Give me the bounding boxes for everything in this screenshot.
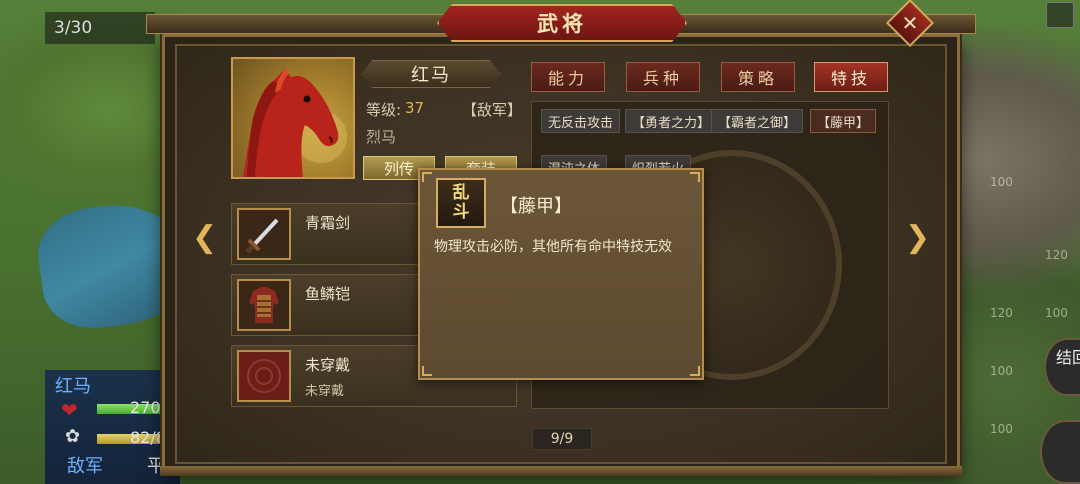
dialog-title: 武将 <box>437 4 687 42</box>
general-name: 红马 <box>361 60 501 88</box>
tile-label: 100 <box>1045 306 1068 320</box>
sp-value: 82/8 <box>130 428 166 447</box>
skill-chip-selected[interactable]: 【藤甲】 <box>810 109 877 133</box>
tab-strategy[interactable]: 策略 <box>721 62 795 92</box>
corner-ornament <box>422 366 432 376</box>
close-icon: ✕ <box>901 11 919 35</box>
corner-ornament <box>422 172 432 182</box>
armor-icon-graphic <box>239 281 289 329</box>
menu-corner-button[interactable] <box>1046 2 1074 28</box>
skill-chip[interactable]: 【勇者之力】 <box>625 109 718 133</box>
tile-label: 120 <box>990 306 1013 320</box>
empty-slot-graphic <box>239 352 289 400</box>
turn-counter: 3/30 <box>45 12 155 44</box>
page-indicator: 9/9 <box>532 428 592 450</box>
equipment-name: 青霜剑 <box>305 214 351 232</box>
skill-chip[interactable]: 无反击攻击 <box>541 109 621 133</box>
next-general-arrow-icon[interactable]: ❯ <box>905 220 930 255</box>
red-horse-icon <box>243 69 347 177</box>
tab-ability[interactable]: 能力 <box>531 62 605 92</box>
sword-icon <box>237 208 291 260</box>
tooltip-description: 物理攻击必防，其他所有命中特技无效 <box>434 239 672 255</box>
skill-chip[interactable]: 【霸者之御】 <box>711 109 804 133</box>
faction-label: 【敌军】 <box>462 101 523 119</box>
wing-icon: ✿ <box>65 426 81 447</box>
corner-ornament <box>690 172 700 182</box>
sword-icon-graphic <box>239 210 289 258</box>
level-label: 等级: <box>366 101 402 119</box>
equipment-name: 未穿戴 <box>305 356 351 374</box>
general-portrait <box>231 57 355 179</box>
unit-side: 敌军 <box>67 456 103 477</box>
armor-icon <box>237 279 291 331</box>
tile-label: 100 <box>990 422 1013 436</box>
tab-troop-type[interactable]: 兵种 <box>626 62 700 92</box>
tooltip-title: 【藤甲】 <box>500 196 572 217</box>
level-value: 37 <box>405 99 425 117</box>
bottom-rail <box>160 466 962 476</box>
heart-icon: ❤ <box>61 398 78 422</box>
melee-skill-icon: 乱 斗 <box>436 178 486 228</box>
equipment-sub: 未穿戴 <box>305 384 345 399</box>
empty-slot-icon <box>237 350 291 402</box>
icon-char-1: 乱 <box>452 183 470 203</box>
tile-label: 100 <box>990 364 1013 378</box>
hp-value: 270/ <box>130 398 166 417</box>
skill-tooltip: 乱 斗 【藤甲】 物理攻击必防，其他所有命中特技无效 <box>418 168 704 380</box>
unit-name: 红马 <box>55 376 91 397</box>
tile-label: 120 <box>1045 248 1068 262</box>
tile-label: 100 <box>990 175 1013 189</box>
tab-special-skill[interactable]: 特技 <box>814 62 888 92</box>
previous-general-arrow-icon[interactable]: ❮ <box>192 220 217 255</box>
icon-char-2: 斗 <box>452 202 470 222</box>
unit-class: 烈马 <box>366 128 397 146</box>
corner-ornament <box>690 366 700 376</box>
equipment-name: 鱼鳞铠 <box>305 285 351 303</box>
